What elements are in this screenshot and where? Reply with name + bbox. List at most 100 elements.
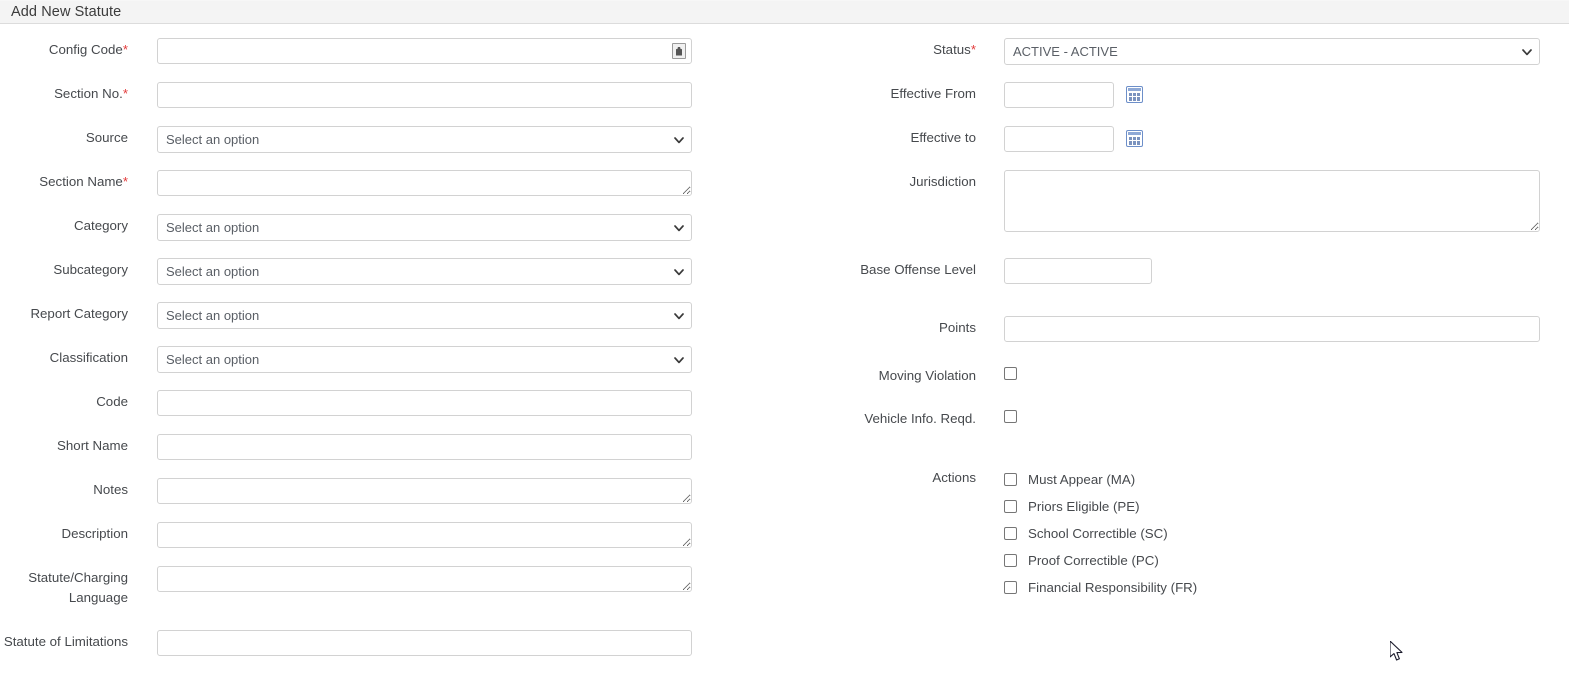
points-label: Points [939,320,976,335]
proof-correctible-pc-label[interactable]: Proof Correctible (PC) [1028,554,1159,568]
notes-control [157,478,692,504]
section-name-control [157,170,692,196]
report-category-label: Report Category [30,306,128,321]
actions-checkbox-group: Must Appear (MA) Priors Eligible (PE) Scho… [1004,466,1197,601]
effective-to-label: Effective to [910,130,976,145]
must-appear-ma-label[interactable]: Must Appear (MA) [1028,473,1135,487]
notes-label: Notes [93,482,128,497]
classification-select[interactable]: Select an option [157,346,692,373]
form-row-actions: Actions Must Appear (MA) Priors Eligible (… [848,466,1548,601]
checkbox-option: Priors Eligible (PE) [1004,493,1197,520]
school-correctible-sc-label[interactable]: School Correctible (SC) [1028,527,1168,541]
form-row-statute-charging-language: Statute/Charging Language [0,566,700,608]
priors-eligible-pe-label[interactable]: Priors Eligible (PE) [1028,500,1140,514]
code-control [157,390,692,416]
calendar-icon[interactable] [1126,86,1143,103]
notes-textarea[interactable] [157,478,692,504]
proof-correctible-pc-checkbox[interactable] [1004,554,1017,567]
jurisdiction-control [1004,170,1540,232]
actions-label: Actions [932,470,976,485]
statute-form: Config Code* Section No.* Source Select an … [0,25,1595,698]
section-name-label: Section Name* [39,174,128,189]
jurisdiction-textarea[interactable] [1004,170,1540,232]
section-no-label: Section No.* [54,86,128,101]
jurisdiction-label: Jurisdiction [909,174,976,189]
section-name-textarea[interactable] [157,170,692,196]
checkbox-option: School Correctible (SC) [1004,520,1197,547]
statute-of-limitations-input[interactable] [157,630,692,656]
lookup-icon[interactable] [672,43,686,59]
description-label: Description [61,526,128,541]
must-appear-ma-checkbox[interactable] [1004,473,1017,486]
vehicle-info-reqd-checkbox-row [1004,407,1017,425]
subcategory-label: Subcategory [53,262,128,277]
form-row-notes: Notes [0,478,700,504]
statute-charging-language-control [157,566,692,592]
source-label: Source [85,130,128,145]
config-code-input[interactable] [157,38,692,64]
form-row-effective-from: Effective From [848,82,1548,108]
form-row-category: Category Select an option [0,214,700,241]
checkbox-option: Financial Responsibility (FR) [1004,574,1197,601]
statute-charging-language-label: Statute/Charging Language [28,570,128,605]
effective-from-wrap [1004,82,1154,108]
description-control [157,522,692,548]
points-control [1004,316,1540,342]
statute-charging-language-textarea[interactable] [157,566,692,592]
form-row-effective-to: Effective to [848,126,1548,152]
financial-responsibility-fr-label[interactable]: Financial Responsibility (FR) [1028,581,1197,595]
status-select[interactable]: ACTIVE - ACTIVE [1004,38,1540,65]
report-category-control: Select an option [157,302,692,329]
effective-to-wrap [1004,126,1154,152]
moving-violation-checkbox[interactable] [1004,366,1017,380]
effective-from-control [1004,82,1154,108]
form-row-status: Status* ACTIVE - ACTIVE [848,38,1548,65]
required-marker: * [122,86,128,101]
description-textarea[interactable] [157,522,692,548]
category-label: Category [74,218,128,233]
report-category-select[interactable]: Select an option [157,302,692,329]
classification-control: Select an option [157,346,692,373]
section-no-input[interactable] [157,82,692,108]
points-input[interactable] [1004,316,1540,342]
config-code-wrap [157,38,692,64]
section-no-control [157,82,692,108]
effective-from-input[interactable] [1004,82,1114,108]
form-row-points: Points [848,316,1548,342]
priors-eligible-pe-checkbox[interactable] [1004,500,1017,513]
category-select-wrap: Select an option [157,214,692,241]
moving-violation-label: Moving Violation [878,368,976,383]
form-row-code: Code [0,390,700,416]
base-offense-level-input[interactable] [1004,258,1152,284]
category-control: Select an option [157,214,692,241]
required-marker: * [122,174,128,189]
statute-of-limitations-control [157,630,692,656]
report-category-select-wrap: Select an option [157,302,692,329]
form-row-moving-violation: Moving Violation [848,364,1548,386]
effective-to-control [1004,126,1154,152]
category-select[interactable]: Select an option [157,214,692,241]
form-row-subcategory: Subcategory Select an option [0,258,700,285]
panel-header: Add New Statute [0,0,1569,24]
short-name-input[interactable] [157,434,692,460]
effective-to-input[interactable] [1004,126,1114,152]
config-code-label: Config Code* [48,42,128,57]
form-row-classification: Classification Select an option [0,346,700,373]
school-correctible-sc-checkbox[interactable] [1004,527,1017,540]
status-control: ACTIVE - ACTIVE [1004,38,1540,65]
statute-of-limitations-label: Statute of Limitations [3,634,128,649]
form-row-section-name: Section Name* [0,170,700,196]
config-code-control [157,38,692,64]
code-input[interactable] [157,390,692,416]
form-row-statute-of-limitations: Statute of Limitations [0,630,700,656]
classification-label: Classification [49,350,128,365]
financial-responsibility-fr-checkbox[interactable] [1004,581,1017,594]
source-select[interactable]: Select an option [157,126,692,153]
vehicle-info-reqd-checkbox[interactable] [1004,409,1017,423]
moving-violation-checkbox-row [1004,364,1017,382]
subcategory-select[interactable]: Select an option [157,258,692,285]
checkbox-option: Must Appear (MA) [1004,466,1197,493]
checkbox-option: Proof Correctible (PC) [1004,547,1197,574]
required-marker: * [970,42,976,57]
calendar-icon[interactable] [1126,130,1143,147]
